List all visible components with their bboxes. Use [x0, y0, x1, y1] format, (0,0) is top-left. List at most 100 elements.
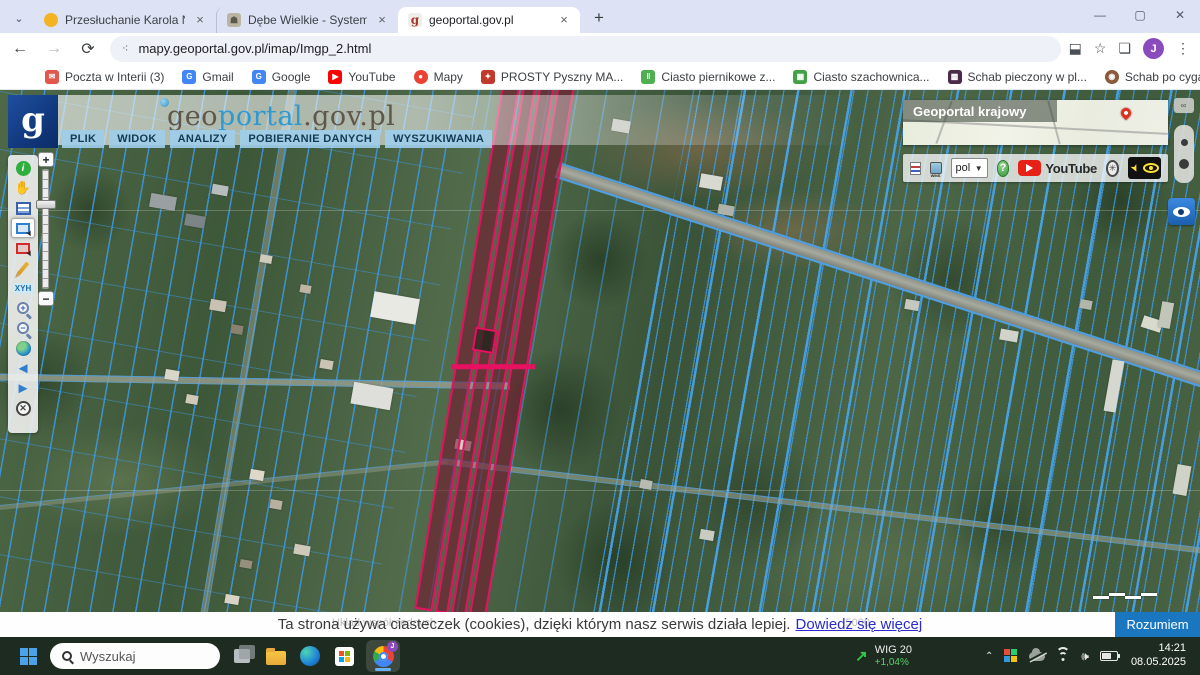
tab-search-chevron-icon[interactable]: ⌄ — [6, 7, 32, 29]
chrome-button-active[interactable]: J — [366, 640, 400, 672]
volume-icon[interactable]: 🕪 — [1081, 649, 1089, 664]
forward-button[interactable]: → — [40, 35, 68, 63]
visibility-button[interactable] — [1168, 198, 1195, 225]
location-marker-icon — [1119, 106, 1133, 120]
zoom-out-tool[interactable]: − — [11, 318, 35, 338]
tab-close-icon[interactable]: × — [374, 12, 390, 28]
url-text[interactable]: mapy.geoportal.gov.pl/imap/Imgp_2.html — [138, 41, 371, 56]
address-bar[interactable]: ⁖ mapy.geoportal.gov.pl/imap/Imgp_2.html — [110, 36, 1061, 62]
profile-avatar[interactable]: J — [1143, 38, 1164, 59]
bookmark-item[interactable]: GGoogle — [252, 70, 311, 84]
tab-1[interactable]: Przesłuchanie Karola Nawrockie × — [34, 7, 216, 33]
wms-icon[interactable] — [930, 162, 942, 174]
tab-close-icon[interactable]: × — [192, 12, 208, 28]
pan-tool[interactable]: ✋ — [11, 178, 35, 198]
attribute-table-tool[interactable] — [11, 198, 35, 218]
edge-side-pill[interactable] — [1174, 125, 1194, 183]
coordinates-tool[interactable]: XYH — [11, 278, 35, 298]
tray-app-icon[interactable] — [1004, 649, 1018, 663]
bookmark-label: Gmail — [202, 70, 233, 84]
tray-overflow-chevron[interactable]: ⌃ — [985, 651, 993, 662]
taskbar-clock[interactable]: 14:21 08.05.2025 — [1131, 642, 1186, 670]
site-settings-icon[interactable]: ⁖ — [122, 42, 129, 55]
file-explorer-button[interactable] — [264, 644, 288, 668]
overview-minimap[interactable]: Geoportal krajowy — [903, 100, 1168, 145]
menu-pobieranie-danych[interactable]: POBIERANIE DANYCH — [240, 130, 380, 148]
geoportal-logo[interactable]: g — [8, 95, 58, 148]
arrow-left-icon: ◄ — [16, 360, 31, 377]
reload-button[interactable]: ⟳ — [74, 35, 102, 63]
menu-plik[interactable]: PLIK — [62, 130, 104, 148]
select-rectangle-tool-active[interactable] — [11, 218, 35, 238]
bookmark-label: Google — [272, 70, 311, 84]
edge-widget-icon[interactable]: ∞ — [1174, 98, 1194, 113]
bookmark-label: Mapy — [434, 70, 463, 84]
bookmark-item[interactable]: ▶YouTube — [328, 70, 395, 84]
bookmark-label: Ciasto piernikowe z... — [661, 70, 775, 84]
accessibility-contrast-toggle[interactable]: ➤ — [1128, 157, 1161, 179]
tab-close-icon[interactable]: × — [556, 12, 572, 28]
microsoft-store-button[interactable] — [332, 644, 356, 668]
youtube-link[interactable]: YouTube — [1018, 160, 1097, 176]
globe-icon — [16, 341, 31, 356]
bookmark-favicon: ‖ — [641, 70, 655, 84]
menu-dots-icon[interactable]: ⋮ — [1176, 40, 1190, 57]
bookmark-item[interactable]: ‖ Ciasto piernikowe z... — [641, 70, 775, 84]
wifi-icon[interactable] — [1056, 651, 1070, 661]
new-tab-button[interactable]: + — [586, 5, 612, 31]
zoom-handle[interactable] — [36, 200, 56, 209]
draw-tool[interactable] — [11, 258, 35, 278]
bookmark-item[interactable]: GGmail — [182, 70, 233, 84]
menu-widok[interactable]: WIDOK — [109, 130, 164, 148]
language-select[interactable]: pol▼ — [951, 158, 988, 178]
map-tool-panel: i ✋ XYH + − ◄ ► ✕ — [8, 155, 38, 433]
stock-widget-change: +1,04% — [875, 657, 912, 669]
edge-browser-button[interactable] — [298, 644, 322, 668]
parcel-notch — [472, 327, 498, 354]
bookmark-item[interactable]: ✉Poczta w Interii (3) — [45, 70, 164, 84]
zoom-in-tool[interactable]: + — [11, 298, 35, 318]
back-button[interactable]: ← — [6, 35, 34, 63]
tab-3-active[interactable]: g geoportal.gov.pl × — [398, 7, 580, 33]
deselect-rectangle-tool[interactable] — [11, 238, 35, 258]
bookmark-favicon: ◉ — [1105, 70, 1119, 84]
previous-view-tool[interactable]: ◄ — [11, 358, 35, 378]
stock-widget[interactable]: ↗ WIG 20+1,04% — [855, 644, 912, 668]
cancel-tool[interactable]: ✕ — [11, 398, 35, 418]
map-canvas[interactable]: g geoportal.gov.pl PLIK WIDOK ANALIZY PO… — [0, 90, 1200, 612]
maximize-button[interactable]: ▢ — [1120, 0, 1160, 30]
cookie-accept-button[interactable]: Rozumiem — [1115, 612, 1200, 637]
menu-wyszukiwania[interactable]: WYSZUKIWANIA — [385, 130, 492, 148]
install-icon[interactable]: ⬓ — [1069, 40, 1082, 57]
bookmark-favicon: ✦ — [481, 70, 495, 84]
bookmark-star-icon[interactable]: ☆ — [1094, 40, 1107, 57]
onedrive-paused-icon[interactable] — [1029, 652, 1045, 661]
close-button[interactable]: ✕ — [1160, 0, 1200, 30]
minimize-button[interactable]: — — [1080, 0, 1120, 30]
geoportal-settings-toolbar: pol▼ ? YouTube ➤ — [903, 154, 1168, 182]
full-extent-tool[interactable] — [11, 338, 35, 358]
zoom-in-button[interactable]: + — [38, 152, 54, 167]
taskbar-search[interactable]: Wyszukaj — [50, 643, 220, 669]
bookmark-item[interactable]: ▦Ciasto szachownica... — [793, 70, 929, 84]
zoom-out-button[interactable]: − — [38, 291, 54, 306]
map-scalebar — [1093, 592, 1163, 601]
task-view-button[interactable] — [230, 644, 254, 668]
tab-2[interactable]: ☗ Dębe Wielkie - System Informac × — [216, 7, 398, 33]
menu-analizy[interactable]: ANALIZY — [170, 130, 236, 148]
extensions-icon[interactable]: ❏ — [1118, 40, 1131, 57]
help-icon[interactable]: ? — [997, 160, 1010, 177]
info-tool[interactable]: i — [11, 158, 35, 178]
bookmark-item[interactable]: ◉Schab po cygańsku... — [1105, 70, 1200, 84]
bookmark-favicon: ● — [414, 70, 428, 84]
start-button[interactable] — [16, 644, 40, 668]
next-view-tool[interactable]: ► — [11, 378, 35, 398]
legend-icon[interactable] — [910, 162, 921, 175]
battery-icon[interactable] — [1100, 651, 1118, 661]
bookmark-item[interactable]: ▩Schab pieczony w pl... — [948, 70, 1087, 84]
bookmark-item[interactable]: ✦PROSTY Pyszny MA... — [481, 70, 623, 84]
zoom-track[interactable] — [42, 169, 49, 289]
settings-wheel-icon[interactable] — [1106, 160, 1119, 177]
table-icon — [16, 202, 31, 215]
bookmark-item[interactable]: ● Mapy — [414, 70, 463, 84]
